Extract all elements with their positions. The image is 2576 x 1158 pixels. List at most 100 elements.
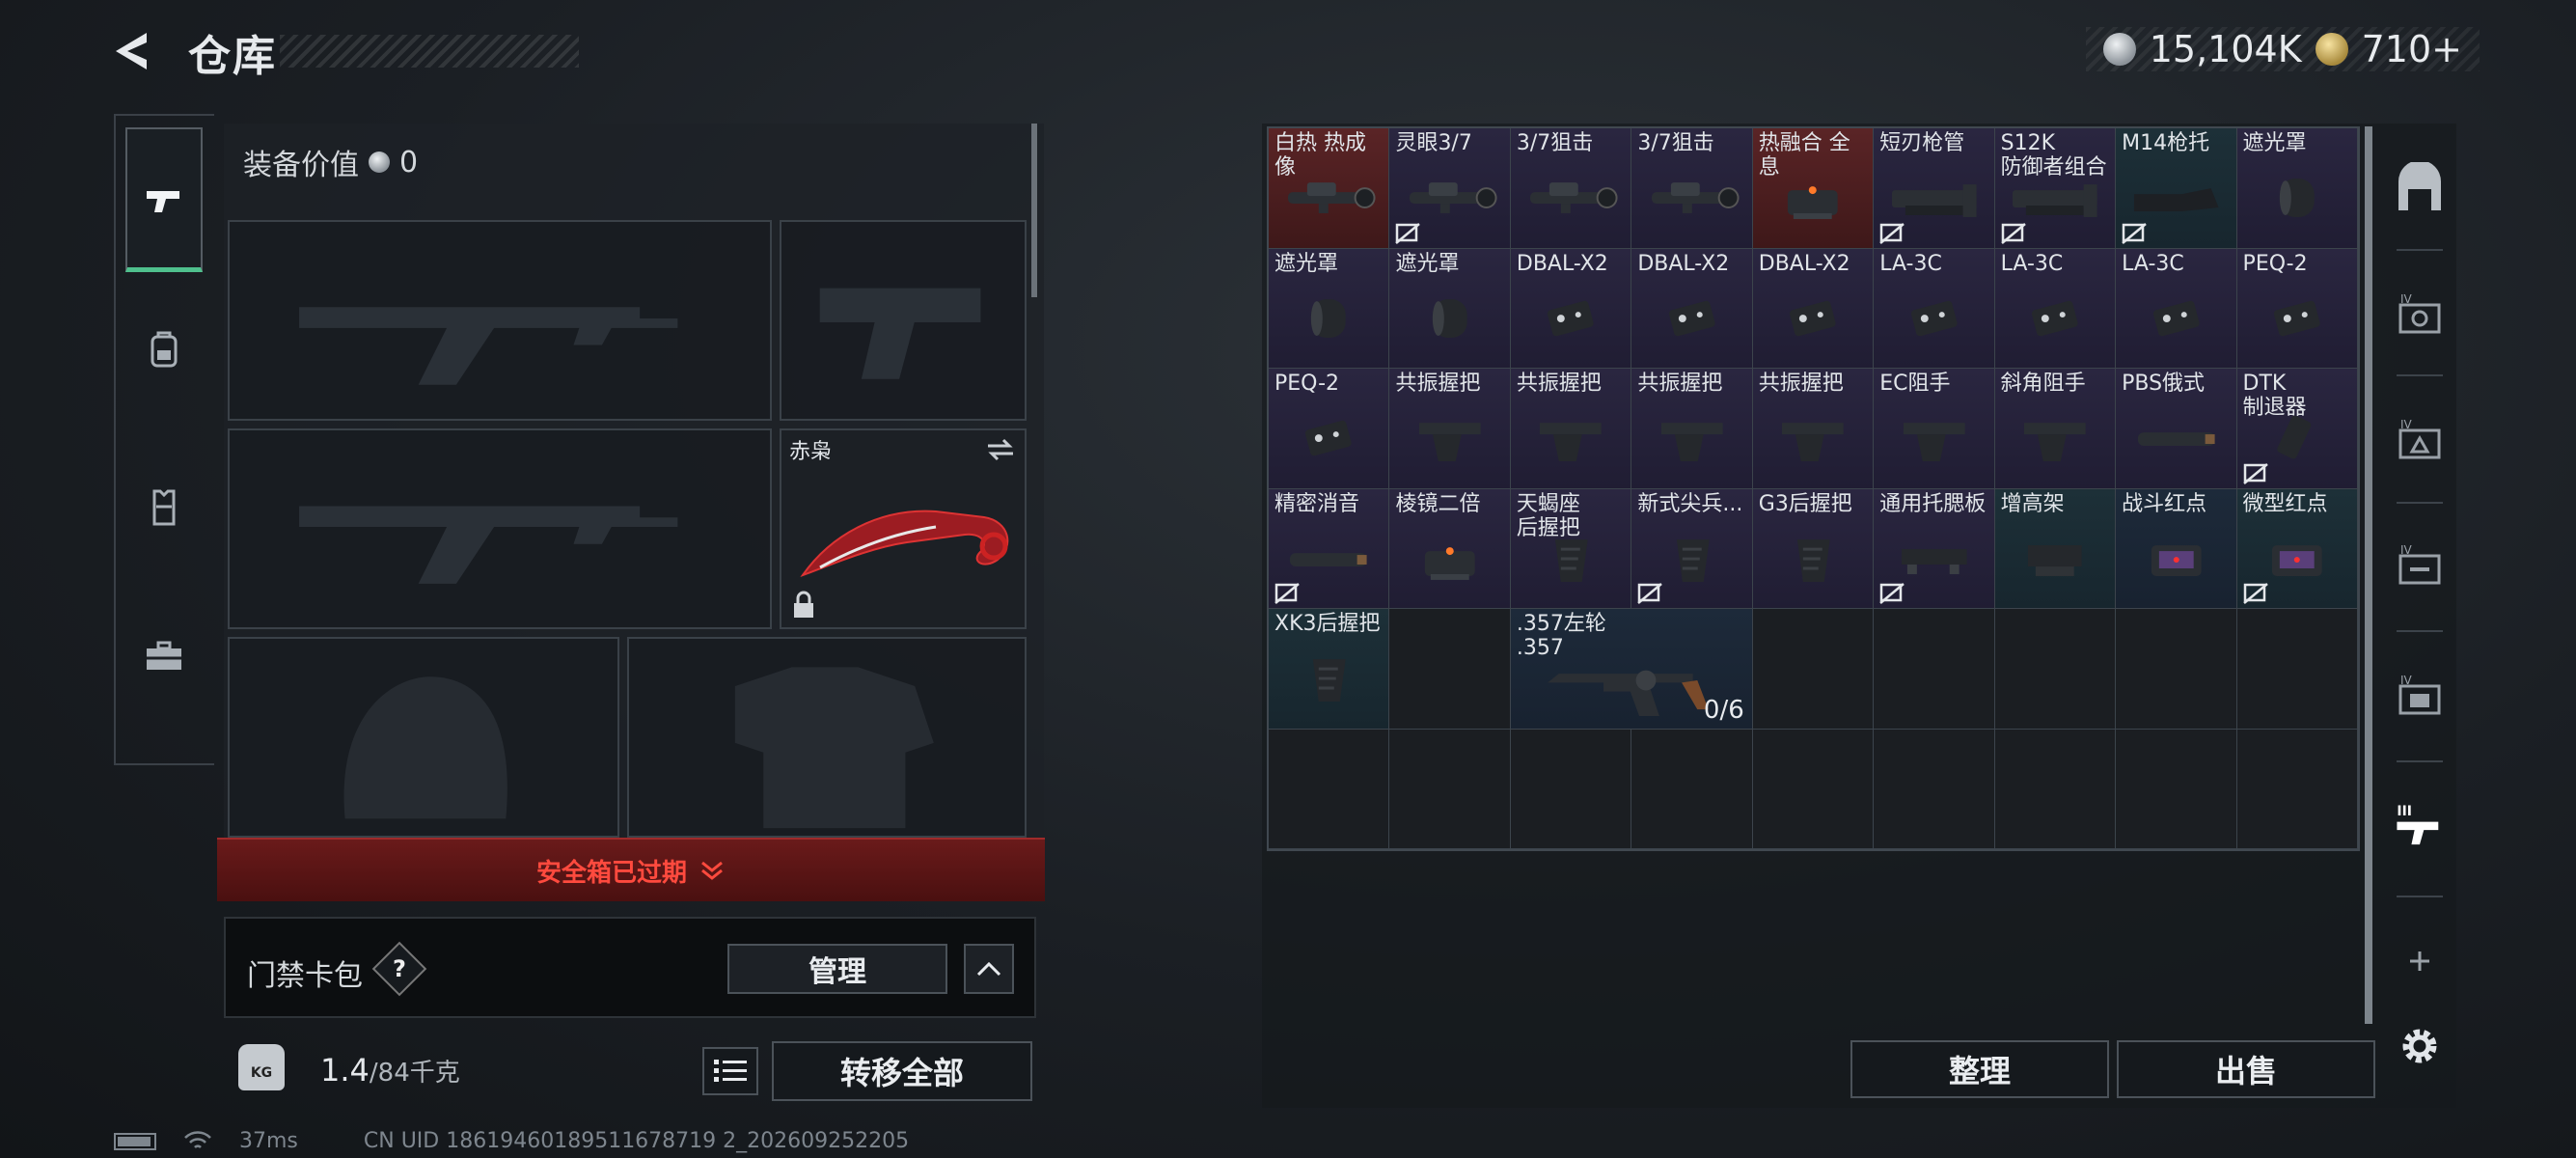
empty-cell [1994, 609, 2117, 730]
storage-item[interactable]: PEQ-2 [2236, 248, 2358, 369]
pistol-placeholder-icon [819, 288, 981, 379]
settings-button[interactable] [2391, 1017, 2449, 1075]
storage-item[interactable]: PEQ-2 [1269, 369, 1390, 489]
storage-item[interactable]: G3后握把 [1752, 488, 1875, 609]
storage-item[interactable]: 3/7狙击 [1631, 128, 1753, 249]
storage-item[interactable]: PBS俄式 [2116, 369, 2237, 489]
scope-icon [1644, 164, 1740, 235]
tab-storage-iv-3[interactable]: IV [2391, 538, 2449, 596]
loadout-panel: 装备价值 0 赤枭 [224, 124, 1044, 838]
storage-item[interactable]: 新式尖兵... [1631, 488, 1753, 609]
storage-item[interactable]: XK3后握把 [1269, 609, 1390, 730]
storage-item[interactable]: DBAL-X2 [1752, 248, 1875, 369]
storage-item[interactable]: 灵眼3/7 [1389, 128, 1511, 249]
storage-item[interactable]: LA-3C [2116, 248, 2237, 369]
storage-item[interactable]: 微型红点 [2236, 488, 2358, 609]
tab-storage-iii[interactable]: III [2391, 799, 2449, 857]
storage-item[interactable]: 共振握把 [1752, 369, 1875, 489]
nav-vest[interactable] [125, 434, 203, 579]
storage-item[interactable]: S12K 防御者组合 [1994, 128, 2117, 249]
no-drop-icon [1879, 222, 1905, 244]
collapse-button[interactable] [964, 944, 1014, 994]
helmet-slot[interactable] [228, 637, 619, 838]
secondary-weapon-slot[interactable] [228, 428, 772, 629]
nav-backpack[interactable] [125, 278, 203, 423]
tab-storage-iv-1[interactable]: IV [2391, 288, 2449, 345]
transfer-all-button[interactable]: 转移全部 [772, 1041, 1032, 1101]
storage-item[interactable]: DTK 制退器 [2236, 369, 2358, 489]
storage-item[interactable]: 战斗红点 [2116, 488, 2237, 609]
storage-item[interactable]: 棱镜二倍 [1389, 488, 1511, 609]
empty-cell [1389, 609, 1511, 730]
item-name: 短刃枪管 [1879, 131, 1965, 155]
uid-text: CN UID 18619460189511678719 2_2026092522… [363, 1129, 910, 1153]
keycard-bar: 门禁卡包 ? 管理 [224, 917, 1036, 1018]
silver-coin-icon [2102, 33, 2136, 66]
storage-item[interactable]: 短刃枪管 [1874, 128, 1995, 249]
svg-text:IV: IV [2400, 543, 2413, 557]
melee-slot[interactable]: 赤枭 [780, 428, 1027, 629]
backpack-icon [151, 331, 178, 368]
sort-button[interactable]: 整理 [1850, 1040, 2109, 1098]
nav-toolbox[interactable] [125, 584, 203, 729]
nav-weapons[interactable] [125, 127, 203, 272]
storage-item[interactable]: 白热 热成像 [1269, 128, 1390, 249]
storage-item[interactable]: 遮光罩 [2236, 128, 2358, 249]
storage-item[interactable]: DBAL-X2 [1510, 248, 1632, 369]
storage-item[interactable]: 天蝎座 后握把 [1510, 488, 1632, 609]
swap-icon[interactable] [984, 436, 1017, 463]
grip-icon [1644, 404, 1740, 476]
storage-item[interactable]: DBAL-X2 [1631, 248, 1753, 369]
storage-item[interactable]: 3/7狙击 [1510, 128, 1632, 249]
item-name: DBAL-X2 [1758, 251, 1850, 276]
storage-item[interactable]: 遮光罩 [1269, 248, 1390, 369]
storage-item[interactable]: LA-3C [1874, 248, 1995, 369]
currency-display: 15,104K 710+ [2085, 27, 2480, 71]
storage-item[interactable]: LA-3C [1994, 248, 2117, 369]
tab-storage-iv-4[interactable]: IV [2391, 669, 2449, 727]
storage-item[interactable]: 遮光罩 [1389, 248, 1511, 369]
sidearm-slot[interactable] [780, 220, 1027, 421]
storage-item[interactable]: 共振握把 [1389, 369, 1511, 489]
storage-item[interactable]: 通用托腮板 [1874, 488, 1995, 609]
storage-item[interactable]: EC阻手 [1874, 369, 1995, 489]
weight-row: KG 1.4/84千克 转移全部 [224, 1033, 1036, 1108]
tab-armory[interactable] [2391, 160, 2449, 218]
empty-cell [1510, 729, 1632, 849]
storage-item[interactable]: 共振握把 [1510, 369, 1632, 489]
laser-icon [2249, 285, 2345, 356]
manage-button[interactable]: 管理 [727, 944, 947, 994]
storage-scrollbar[interactable] [2365, 126, 2372, 1024]
sell-button[interactable]: 出售 [2117, 1040, 2375, 1098]
storage-item[interactable]: 增高架 [1994, 488, 2117, 609]
empty-cell [1631, 729, 1753, 849]
equip-value-amount: 0 [399, 145, 419, 179]
item-name: 斜角阻手 [2000, 372, 2086, 396]
loadout-scrollbar[interactable] [1031, 124, 1037, 297]
list-view-button[interactable] [702, 1047, 758, 1095]
storage-iv-1-icon: IV [2398, 292, 2441, 334]
pgrip-icon [1280, 645, 1377, 716]
helmet-placeholder-icon [343, 676, 507, 819]
tab-storage-iv-2[interactable]: IV [2391, 413, 2449, 471]
storage-item[interactable]: 斜角阻手 [1994, 369, 2117, 489]
armor-slot[interactable] [627, 637, 1027, 838]
item-name: LA-3C [2000, 251, 2064, 276]
storage-item[interactable]: 共振握把 [1631, 369, 1753, 489]
storage-item[interactable]: .357左轮 .357 0/6 [1510, 609, 1753, 730]
laser-icon [1886, 285, 1983, 356]
list-icon [714, 1060, 747, 1082]
mount-icon [2007, 525, 2103, 596]
no-drop-icon [2122, 222, 2147, 244]
back-button[interactable] [108, 27, 166, 75]
help-button[interactable]: ? [371, 941, 427, 997]
laser-icon [2007, 285, 2103, 356]
storage-item[interactable]: M14枪托 [2116, 128, 2237, 249]
storage-item[interactable]: 精密消音 [1269, 488, 1390, 609]
vest-icon [152, 489, 176, 526]
primary-weapon-slot[interactable] [228, 220, 772, 421]
storage-item[interactable]: 热融合 全息 [1752, 128, 1875, 249]
safe-box-expired-banner[interactable]: 安全箱已过期 [217, 838, 1045, 901]
item-name: 遮光罩 [2242, 131, 2307, 155]
add-tab-button[interactable] [2391, 932, 2449, 990]
